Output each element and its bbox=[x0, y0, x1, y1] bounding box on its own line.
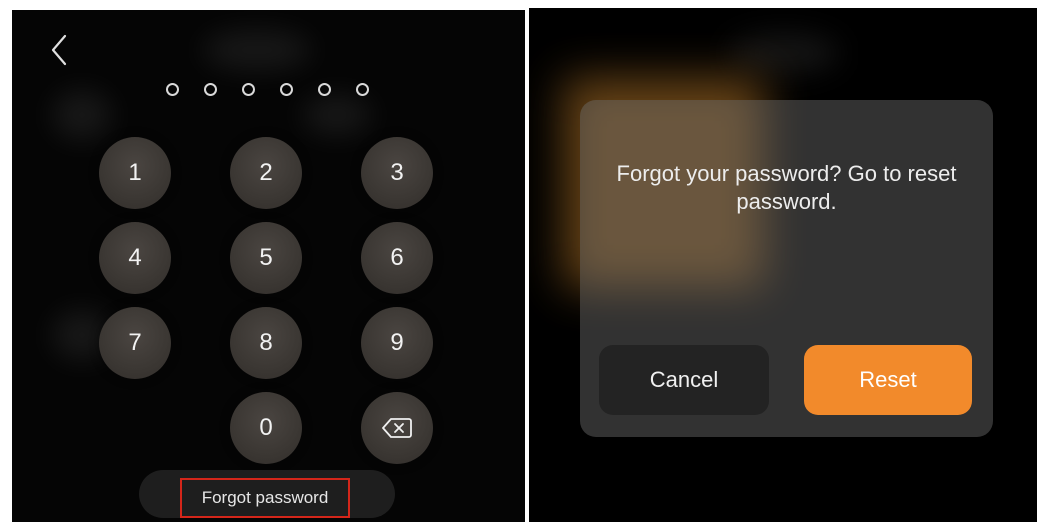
key-9[interactable]: 9 bbox=[361, 307, 433, 379]
passcode-dot bbox=[356, 83, 369, 96]
key-7[interactable]: 7 bbox=[99, 307, 171, 379]
passcode-dot bbox=[318, 83, 331, 96]
forgot-password-link[interactable]: Forgot password bbox=[180, 478, 350, 518]
key-0[interactable]: 0 bbox=[230, 392, 302, 464]
passcode-dot bbox=[166, 83, 179, 96]
background-blur bbox=[52, 90, 112, 140]
background-blur bbox=[729, 33, 839, 73]
reset-button[interactable]: Reset bbox=[804, 345, 972, 415]
dialog-message: Forgot your password? Go to reset passwo… bbox=[616, 161, 957, 214]
chevron-left-icon bbox=[51, 34, 67, 66]
passcode-dots bbox=[166, 83, 369, 96]
passcode-dot bbox=[204, 83, 217, 96]
key-2[interactable]: 2 bbox=[230, 137, 302, 209]
backspace-icon bbox=[382, 418, 412, 438]
passcode-dot bbox=[280, 83, 293, 96]
key-4[interactable]: 4 bbox=[99, 222, 171, 294]
cancel-button[interactable]: Cancel bbox=[599, 345, 769, 415]
reset-password-dialog: Forgot your password? Go to reset passwo… bbox=[580, 100, 993, 437]
key-8[interactable]: 8 bbox=[230, 307, 302, 379]
key-6[interactable]: 6 bbox=[361, 222, 433, 294]
passcode-dot bbox=[242, 83, 255, 96]
key-1[interactable]: 1 bbox=[99, 137, 171, 209]
passcode-screen: 1 2 3 4 5 6 7 8 9 0 Forgot password bbox=[12, 10, 525, 522]
delete-key[interactable] bbox=[361, 392, 433, 464]
back-button[interactable] bbox=[45, 30, 75, 70]
key-5[interactable]: 5 bbox=[230, 222, 302, 294]
key-3[interactable]: 3 bbox=[361, 137, 433, 209]
background-blur bbox=[202, 30, 312, 70]
background-blur bbox=[302, 95, 372, 135]
reset-dialog-screen: Forgot your password? Go to reset passwo… bbox=[529, 8, 1037, 522]
